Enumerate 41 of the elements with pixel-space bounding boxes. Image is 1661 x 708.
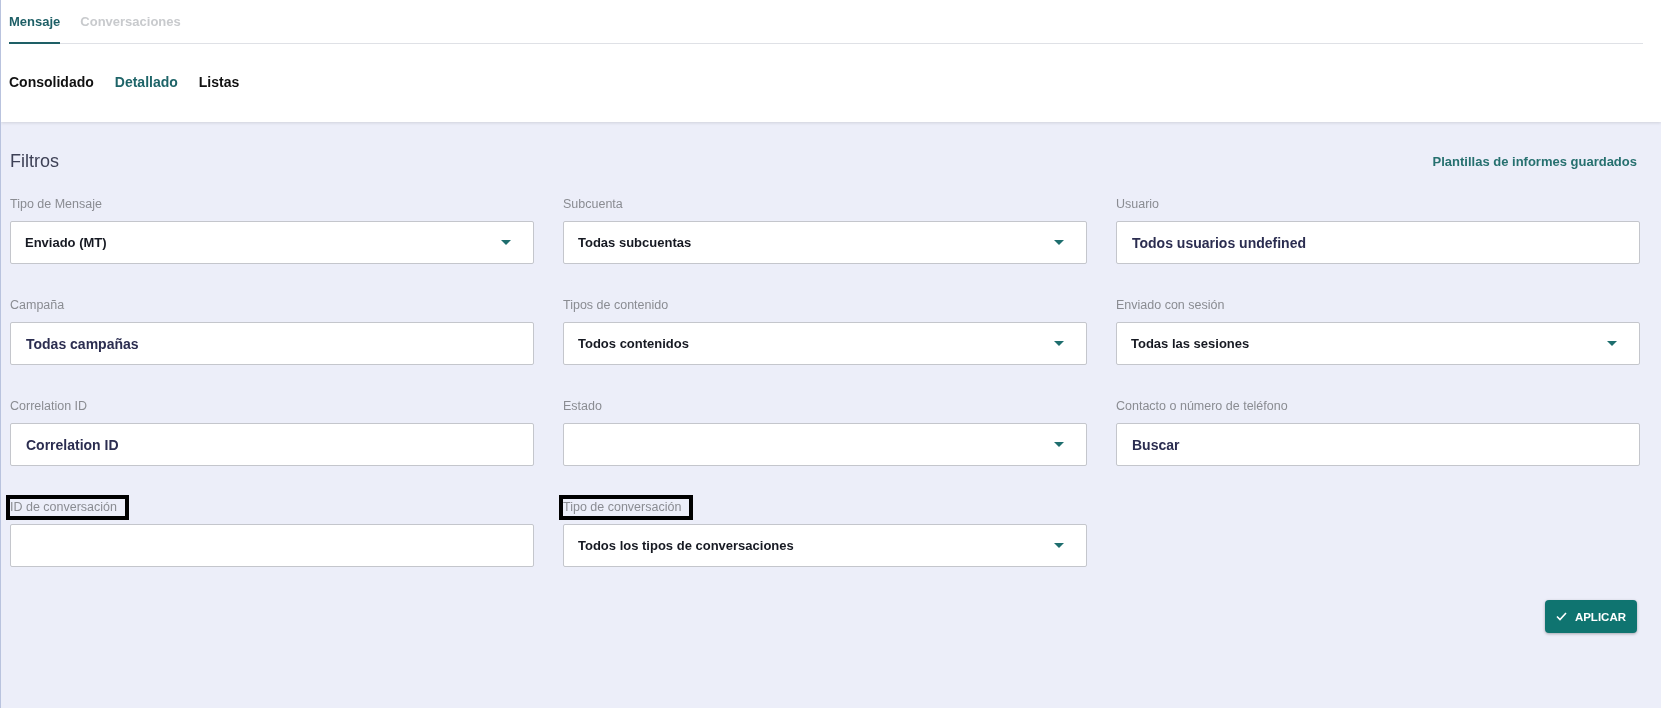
- input-field[interactable]: Correlation ID: [10, 423, 534, 466]
- field-label: Estado: [562, 398, 603, 415]
- sub-tab[interactable]: Consolidado: [9, 74, 94, 90]
- dropdown-value: Enviado (MT): [25, 235, 107, 250]
- caret-icon: [1607, 341, 1617, 346]
- check-icon: [1555, 612, 1567, 621]
- field-label: Correlation ID: [9, 398, 89, 415]
- input-field[interactable]: Todos usuarios undefined: [1116, 221, 1640, 264]
- caret-icon: [1054, 240, 1064, 245]
- saved-templates-link[interactable]: Plantillas de informes guardados: [1432, 153, 1637, 169]
- dropdown[interactable]: Enviado (MT): [10, 221, 534, 264]
- field-label: Contacto o número de teléfono: [1115, 398, 1289, 415]
- sub-tab[interactable]: Detallado: [114, 74, 178, 90]
- dropdown[interactable]: [563, 423, 1087, 466]
- dropdown-value: Todos los tipos de conversaciones: [578, 538, 794, 553]
- section-title: Filtros: [10, 150, 59, 172]
- dropdown-value: Todas subcuentas: [578, 235, 692, 250]
- field-label: Campaña: [9, 297, 66, 314]
- caret-icon: [1054, 442, 1064, 447]
- dropdown[interactable]: Todos contenidos: [563, 322, 1087, 365]
- field-label: Tipo de Mensaje: [9, 196, 103, 213]
- dropdown[interactable]: Todas las sesiones: [1116, 322, 1640, 365]
- input-field[interactable]: Buscar: [1116, 423, 1640, 466]
- tab[interactable]: Mensaje: [9, 0, 61, 44]
- caret-icon: [501, 240, 511, 245]
- caret-icon: [1054, 341, 1064, 346]
- caret-icon: [1054, 543, 1064, 548]
- field-label: Enviado con sesión: [1115, 297, 1226, 314]
- input-field[interactable]: [10, 524, 534, 567]
- dropdown[interactable]: Todos los tipos de conversaciones: [563, 524, 1087, 567]
- field-label: Usuario: [1115, 196, 1161, 213]
- field-label: Subcuenta: [562, 196, 624, 213]
- field-label: Tipos de contenido: [562, 297, 670, 314]
- dropdown-value: Todos contenidos: [578, 336, 689, 351]
- input-field[interactable]: Todas campañas: [10, 322, 534, 365]
- field-label: Tipo de conversación: [559, 495, 694, 520]
- dropdown[interactable]: Todas subcuentas: [563, 221, 1087, 264]
- apply-button[interactable]: APLICAR: [1544, 600, 1637, 633]
- dropdown-value: Todas las sesiones: [1131, 336, 1250, 351]
- sub-tab[interactable]: Listas: [198, 74, 240, 90]
- field-label: ID de conversación: [6, 495, 129, 520]
